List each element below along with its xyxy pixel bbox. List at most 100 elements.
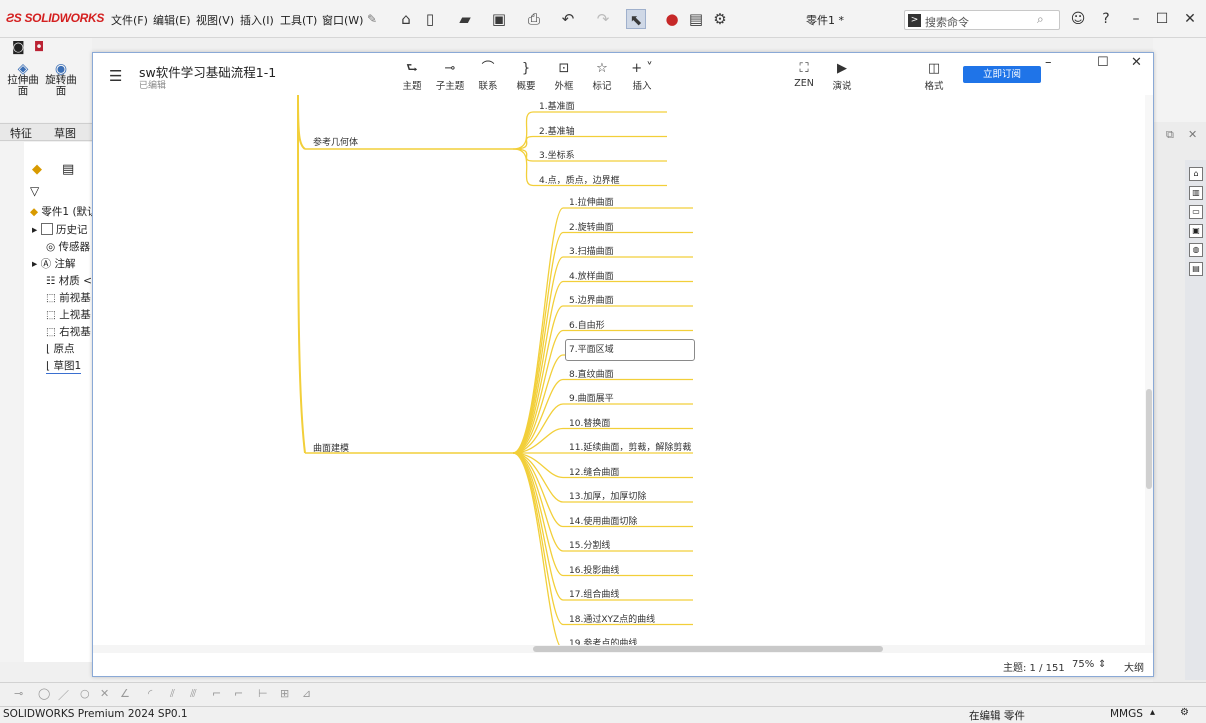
sketch-offset-icon[interactable]: ⫽: [170, 687, 175, 701]
account-icon[interactable]: ☺: [1066, 9, 1090, 29]
zen-button[interactable]: ⛶ ZEN: [784, 61, 824, 89]
file-properties-icon[interactable]: ▤: [686, 9, 706, 29]
view-palette-icon[interactable]: ▣: [1189, 224, 1203, 238]
menu-insert[interactable]: 插入(I): [240, 12, 274, 28]
summary-button[interactable]: } 概要: [506, 61, 546, 92]
relation-icon[interactable]: ⊿: [302, 687, 311, 700]
mm-minimize-icon[interactable]: –: [1045, 55, 1052, 70]
menu-edit[interactable]: 编辑(E): [153, 12, 191, 28]
camera-icon[interactable]: ◙: [12, 40, 25, 55]
menu-tools[interactable]: 工具(T): [280, 12, 317, 28]
horizontal-scroll-thumb[interactable]: [533, 646, 883, 652]
vertical-scroll-thumb[interactable]: [1146, 389, 1152, 489]
filter-icon[interactable]: ▽: [30, 184, 39, 198]
subtopic-node[interactable]: 5.边界曲面: [569, 293, 614, 306]
appearances-icon[interactable]: ◍: [1189, 243, 1203, 257]
units-selector[interactable]: MMGS: [1110, 708, 1143, 720]
relationship-button[interactable]: ⌒ 联系: [468, 61, 508, 92]
tree-item-annotations[interactable]: ▸ Ⓐ 注解: [32, 256, 75, 271]
select-cursor-icon[interactable]: ⬉: [626, 9, 646, 29]
feature-tree-tab-icon[interactable]: ◆: [32, 162, 42, 177]
subtopic-node[interactable]: 18.通过XYZ点的曲线: [569, 612, 655, 625]
search-icon[interactable]: ⌕: [1037, 12, 1044, 27]
tree-item-sensors[interactable]: ◎ 传感器: [46, 239, 90, 254]
restore-pane-icon[interactable]: ⧉: [1166, 128, 1174, 142]
mindmap-canvas[interactable]: 参考几何体 1.基准面 2.基准轴 3.坐标系 4.点，质点，边界框曲面建模 1.拉伸曲面…: [93, 95, 1153, 645]
custom-properties-icon[interactable]: ▤: [1189, 262, 1203, 276]
horizontal-scrollbar[interactable]: [93, 645, 1153, 653]
subtopic-node[interactable]: 1.拉伸曲面: [569, 195, 614, 208]
sketch-angle-icon[interactable]: ∠: [120, 687, 130, 700]
revolve-surface-button[interactable]: ◉ 旋转曲面: [43, 62, 79, 97]
extrude-surface-button[interactable]: ◈ 拉伸曲面: [5, 62, 41, 97]
maximize-icon[interactable]: ☐: [1150, 9, 1174, 29]
format-button[interactable]: ◫ 格式: [914, 61, 954, 92]
tree-root[interactable]: ◆ 零件1 (默认: [30, 204, 98, 219]
outline-button[interactable]: 大纲: [1124, 659, 1144, 674]
subtopic-node[interactable]: 3.扫描曲面: [569, 244, 614, 257]
hamburger-menu-icon[interactable]: ☰: [109, 67, 122, 85]
undo-icon[interactable]: ↶: [558, 9, 578, 29]
home-icon[interactable]: ⌂: [396, 9, 416, 29]
subtopic-node[interactable]: 6.自由形: [569, 318, 605, 331]
options-gear-icon[interactable]: ⚙: [710, 9, 730, 29]
grid-icon[interactable]: ⊞: [280, 687, 289, 700]
zoom-level[interactable]: 75%: [1072, 659, 1094, 670]
file-explorer-icon[interactable]: ▭: [1189, 205, 1203, 219]
subtopic-node[interactable]: 8.直纹曲面: [569, 367, 614, 380]
tree-item-right-plane[interactable]: ⬚ 右视基: [46, 324, 91, 339]
vertical-scrollbar[interactable]: [1145, 95, 1153, 645]
tree-item-origin[interactable]: ⌊ 原点: [46, 341, 74, 356]
design-library-icon[interactable]: ▥: [1189, 186, 1203, 200]
pitch-button[interactable]: ▶ 演说: [822, 61, 862, 92]
subtopic-node[interactable]: 10.替换面: [569, 416, 610, 429]
save-icon[interactable]: ▣: [489, 9, 509, 29]
traffic-light-icon[interactable]: ●: [662, 9, 682, 29]
branch-topic[interactable]: 参考几何体: [313, 135, 358, 148]
sketch-line-icon[interactable]: ⊸: [14, 687, 23, 700]
subtopic-node[interactable]: 4.放样曲面: [569, 269, 614, 282]
boundary-button[interactable]: ⊡ 外框: [544, 61, 584, 92]
zoom-stepper-icon[interactable]: ⇕: [1098, 659, 1106, 670]
mm-close-icon[interactable]: ✕: [1131, 55, 1142, 70]
close-icon[interactable]: ✕: [1178, 9, 1202, 29]
mm-maximize-icon[interactable]: ☐: [1097, 55, 1109, 70]
subscribe-button[interactable]: 立即订阅: [963, 66, 1041, 83]
subtopic-node[interactable]: 3.坐标系: [539, 148, 575, 161]
search-commands-input[interactable]: > 搜索命令 ⌕: [904, 10, 1060, 30]
sketch-circle-icon[interactable]: ◯: [38, 687, 50, 700]
open-folder-icon[interactable]: ▰: [455, 9, 475, 29]
insert-button[interactable]: + ˅ 插入: [622, 61, 662, 92]
subtopic-node[interactable]: 17.组合曲线: [569, 587, 619, 600]
tree-item-history[interactable]: ▸ 历史记: [32, 222, 87, 237]
close-pane-icon[interactable]: ✕: [1188, 128, 1197, 141]
tab-features[interactable]: 特征: [10, 125, 32, 141]
print-icon[interactable]: ⎙: [524, 9, 544, 29]
resources-home-icon[interactable]: ⌂: [1189, 167, 1203, 181]
pin-icon[interactable]: ✎: [362, 9, 382, 29]
status-options-icon[interactable]: ⚙: [1180, 707, 1189, 718]
tree-item-top-plane[interactable]: ⬚ 上视基: [46, 307, 91, 322]
sketch-fillet-icon[interactable]: ◜: [148, 687, 152, 700]
subtopic-node[interactable]: 13.加厚，加厚切除: [569, 489, 646, 502]
subtopic-node[interactable]: 14.使用曲面切除: [569, 514, 637, 527]
tree-item-sketch1[interactable]: ⌊ 草图1: [46, 358, 82, 374]
redo-icon[interactable]: ↷: [593, 9, 613, 29]
subtopic-node[interactable]: 2.基准轴: [539, 124, 575, 137]
sketch-mirror-icon[interactable]: ⫻: [190, 687, 197, 701]
sketch-corner2-icon[interactable]: ⌐: [234, 687, 243, 700]
branch-topic[interactable]: 曲面建模: [313, 441, 349, 454]
subtopic-node[interactable]: 2.旋转曲面: [569, 220, 614, 233]
property-manager-tab-icon[interactable]: ▤: [62, 162, 74, 177]
subtopic-node[interactable]: 4.点，质点，边界框: [539, 173, 620, 186]
sketch-corner-icon[interactable]: ⌐: [212, 687, 221, 700]
subtopic-node[interactable]: 7.平面区域: [569, 342, 614, 355]
subtopic-node[interactable]: 19.参考点的曲线: [569, 636, 637, 645]
menu-file[interactable]: 文件(F): [111, 12, 148, 28]
new-document-icon[interactable]: ▯: [420, 9, 440, 29]
units-chevron-icon[interactable]: ▴: [1150, 707, 1155, 718]
sketch-trim-icon[interactable]: ✕: [100, 687, 109, 700]
menu-view[interactable]: 视图(V): [196, 12, 234, 28]
subtopic-node[interactable]: 1.基准面: [539, 99, 575, 112]
subtopic-node[interactable]: 12.缝合曲面: [569, 465, 619, 478]
